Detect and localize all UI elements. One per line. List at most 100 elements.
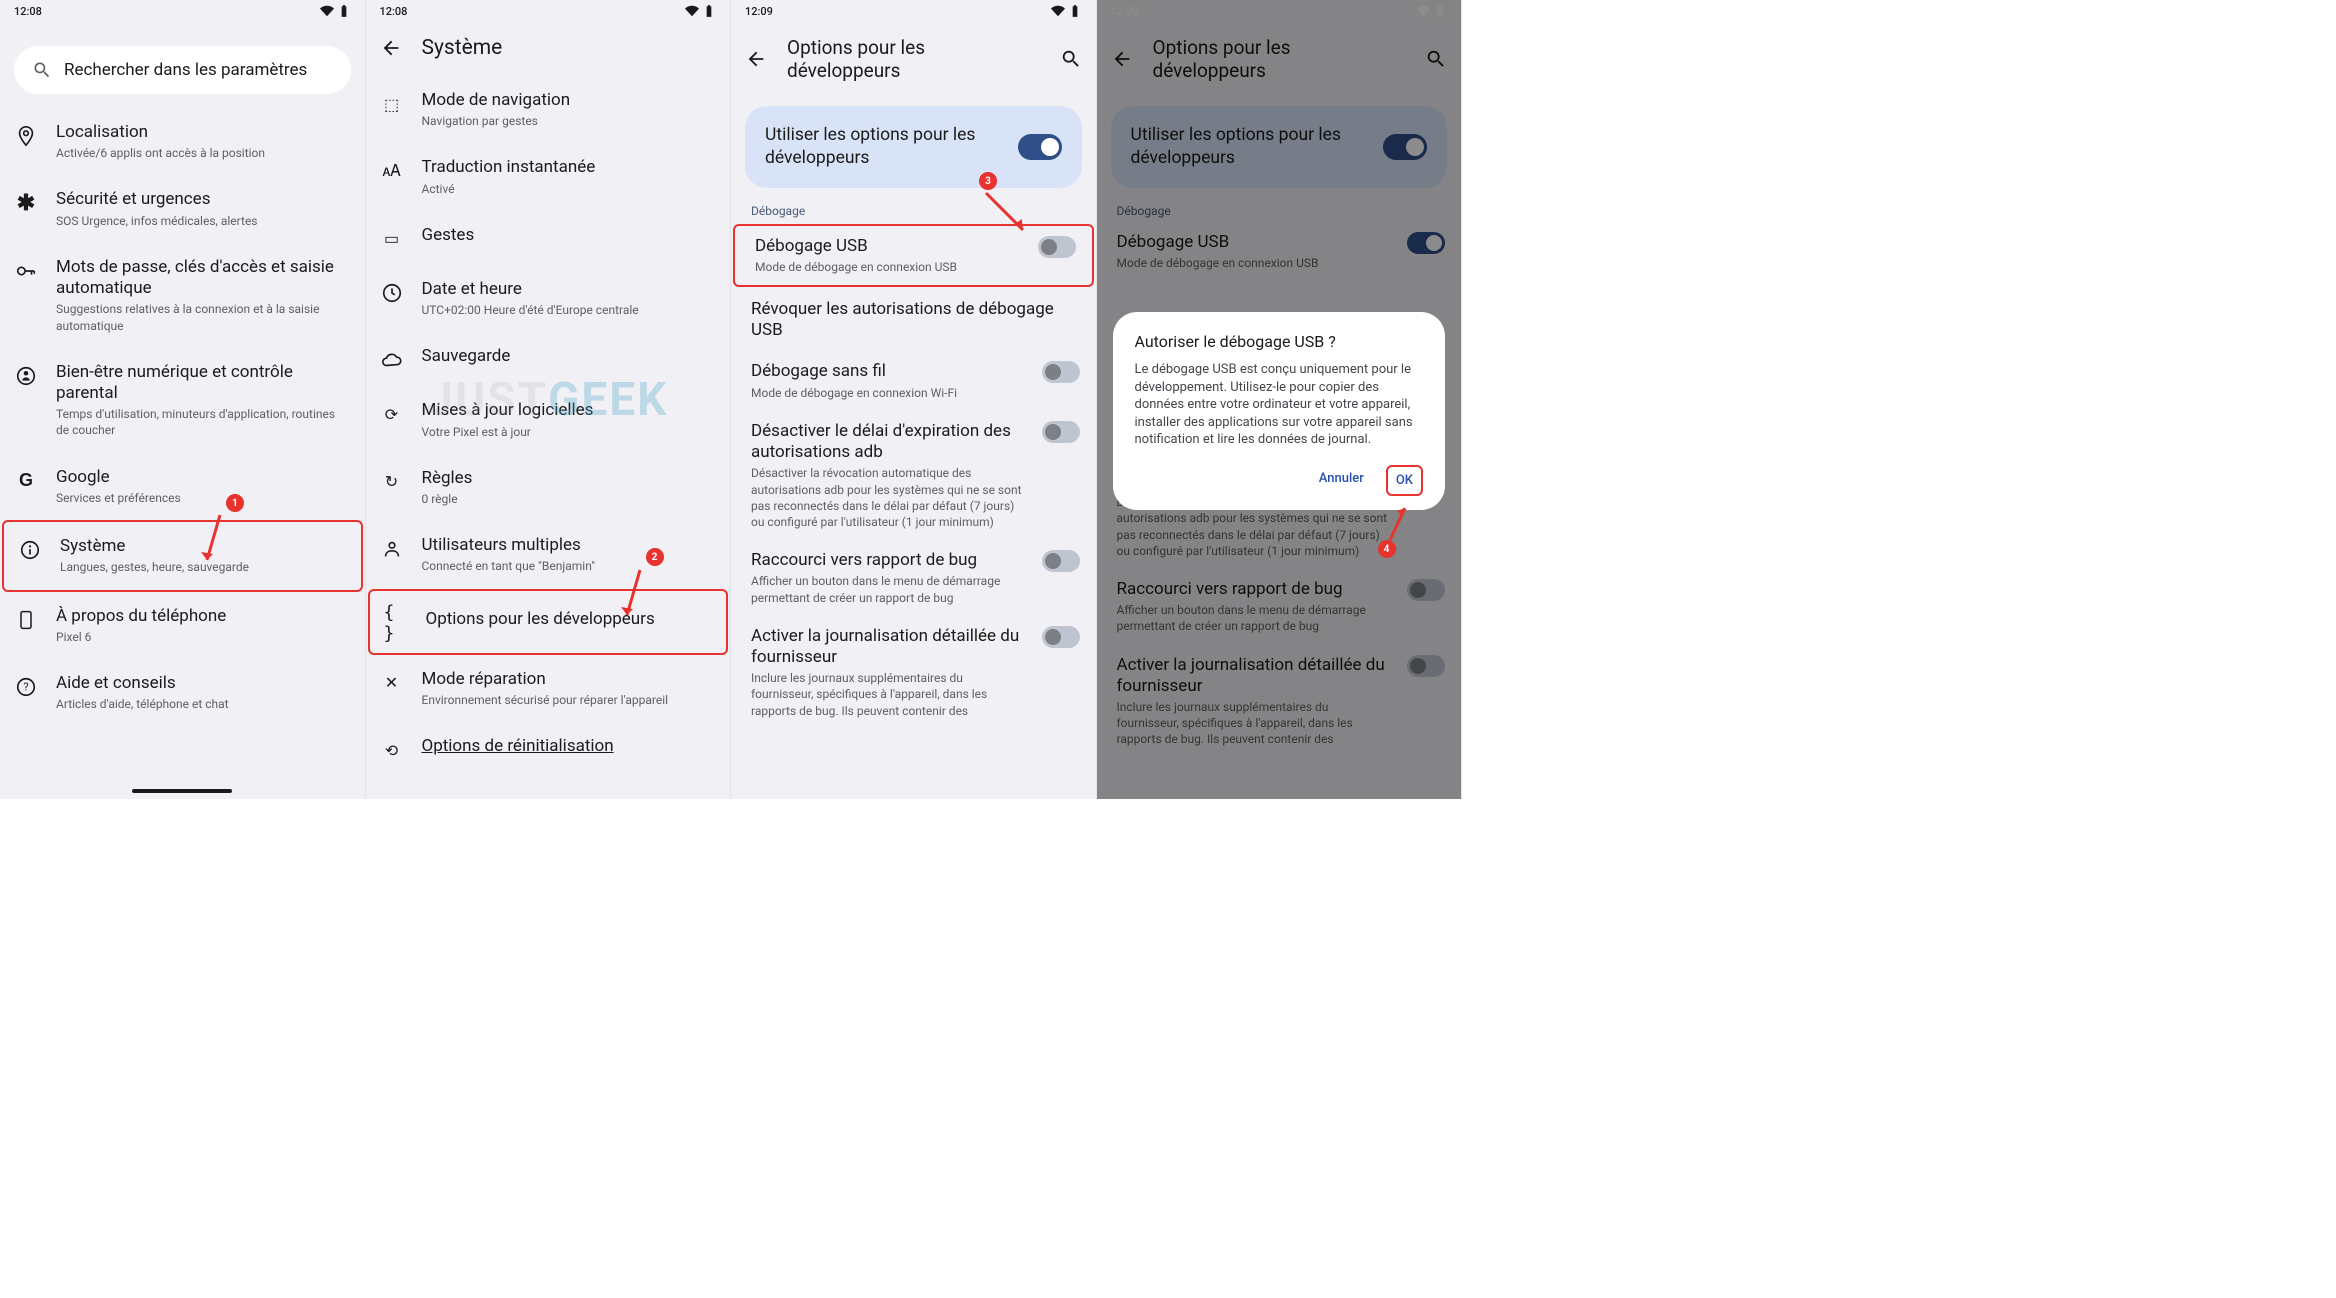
battery-icon — [702, 4, 716, 18]
item-gestures[interactable]: ▭Gestes — [366, 211, 731, 265]
item-title: Utilisateurs multiples — [422, 535, 717, 556]
status-bar: 12:08 — [366, 0, 731, 20]
settings-list: LocalisationActivée/6 applis ont accès à… — [0, 108, 365, 734]
item-vendor-logging[interactable]: Activer la journalisation détaillée du f… — [731, 616, 1096, 729]
step-badge-3: 3 — [979, 172, 997, 190]
status-icons — [1051, 4, 1082, 18]
titlebar: Système — [366, 20, 731, 76]
item-sub: SOS Urgence, infos médicales, alertes — [56, 213, 351, 229]
ok-button[interactable]: OK — [1386, 465, 1423, 496]
back-button[interactable] — [745, 48, 767, 70]
item-reset[interactable]: ⟲ Options de réinitialisation — [366, 722, 731, 776]
dev-toggle-card[interactable]: Utiliser les options pour les développeu… — [745, 106, 1082, 188]
item-sub: Inclure les journaux supplémentaires du … — [751, 670, 1028, 719]
location-icon — [14, 124, 38, 148]
item-repair[interactable]: ✕ Mode réparation Environnement sécurisé p… — [366, 655, 731, 722]
status-icons — [685, 4, 716, 18]
item-system[interactable]: SystèmeLangues, gestes, heure, sauvegard… — [2, 520, 363, 591]
item-sub: 0 règle — [422, 491, 717, 507]
item-sub: Environnement sécurisé pour réparer l'ap… — [422, 692, 717, 708]
dev-toggle-switch[interactable] — [1018, 134, 1062, 160]
item-sub: Votre Pixel est à jour — [422, 424, 717, 440]
item-backup[interactable]: Sauvegarde — [366, 332, 731, 386]
dialog-body: Le débogage USB est conçu uniquement pou… — [1135, 361, 1424, 449]
item-sub: Mode de débogage en connexion USB — [755, 259, 1024, 275]
item-title: Options de réinitialisation — [422, 736, 717, 757]
item-title: Mode de navigation — [422, 90, 717, 111]
screen-dev-dialog: 12:09 Options pour les développeurs Util… — [1097, 0, 1463, 799]
item-usb-debug[interactable]: Débogage USBMode de débogage en connexio… — [733, 224, 1094, 287]
item-sub: Activé — [422, 181, 717, 197]
arrow-1 — [195, 510, 235, 570]
item-multiusers[interactable]: Utilisateurs multiples Connecté en tant q… — [366, 521, 731, 588]
item-title: Désactiver le délai d'expiration des aut… — [751, 421, 1028, 464]
item-localisation[interactable]: LocalisationActivée/6 applis ont accès à… — [0, 108, 365, 175]
item-security[interactable]: ✱ Sécurité et urgences SOS Urgence, infos … — [0, 175, 365, 242]
item-datetime[interactable]: Date et heureUTC+02:00 Heure d'été d'Eur… — [366, 265, 731, 332]
help-icon: ? — [14, 675, 38, 699]
item-google[interactable]: G Google Services et préférences — [0, 453, 365, 520]
item-sub: Connecté en tant que "Benjamin" — [422, 558, 717, 574]
item-about[interactable]: À propos du téléphonePixel 6 — [0, 592, 365, 659]
switch[interactable] — [1042, 421, 1080, 443]
section-label: Débogage — [731, 198, 1096, 222]
item-nav-mode[interactable]: ⬚ Mode de navigation Navigation par gestes — [366, 76, 731, 143]
back-button[interactable] — [380, 37, 402, 59]
system-list: ⬚ Mode de navigation Navigation par gestes… — [366, 76, 731, 784]
item-wireless-debug[interactable]: Débogage sans filMode de débogage en con… — [731, 351, 1096, 410]
wifi-icon — [320, 4, 334, 18]
item-title: À propos du téléphone — [56, 606, 351, 627]
item-sub: Navigation par gestes — [422, 113, 717, 129]
update-icon: ⟳ — [380, 402, 404, 426]
status-bar: 12:09 — [731, 0, 1096, 20]
phone-icon — [14, 608, 38, 632]
battery-icon — [1068, 4, 1082, 18]
nav-icon: ⬚ — [380, 92, 404, 116]
step-badge-2: 2 — [646, 548, 664, 566]
step-badge-1: 1 — [226, 494, 244, 512]
usb-debug-dialog: Autoriser le débogage USB ? Le débogage … — [1113, 312, 1446, 510]
item-title: Débogage sans fil — [751, 361, 1028, 382]
page-title: Système — [422, 36, 717, 60]
item-title: Aide et conseils — [56, 673, 351, 694]
repair-icon: ✕ — [380, 671, 404, 695]
switch[interactable] — [1042, 626, 1080, 648]
item-title: Sécurité et urgences — [56, 189, 351, 210]
item-dev-options[interactable]: { }Options pour les développeurs — [368, 589, 729, 655]
switch[interactable] — [1042, 361, 1080, 383]
item-title: Mots de passe, clés d'accès et saisie au… — [56, 257, 351, 300]
dev-toggle-label: Utiliser les options pour les développeu… — [765, 124, 1004, 170]
item-passwords[interactable]: Mots de passe, clés d'accès et saisie au… — [0, 243, 365, 348]
item-title: Gestes — [422, 225, 717, 246]
search-text: Rechercher dans les paramètres — [64, 60, 307, 80]
rules-icon: ↻ — [380, 470, 404, 494]
arrow-4 — [1375, 500, 1415, 545]
asterisk-icon: ✱ — [14, 191, 38, 215]
item-adb-timeout[interactable]: Désactiver le délai d'expiration des aut… — [731, 411, 1096, 540]
search-bar[interactable]: Rechercher dans les paramètres — [14, 46, 351, 94]
status-time: 12:08 — [380, 5, 408, 18]
item-title: Mode réparation — [422, 669, 717, 690]
status-time: 12:09 — [745, 5, 773, 18]
info-icon — [18, 538, 42, 562]
item-rules[interactable]: ↻Règles0 règle — [366, 454, 731, 521]
cancel-button[interactable]: Annuler — [1311, 465, 1372, 496]
item-revoke-adb[interactable]: Révoquer les autorisations de débogage U… — [731, 289, 1096, 352]
google-icon: G — [14, 469, 38, 493]
item-updates[interactable]: ⟳ Mises à jour logicielles Votre Pixel est… — [366, 386, 731, 453]
item-translate[interactable]: 🗚Traduction instantanéeActivé — [366, 143, 731, 210]
item-wellbeing[interactable]: Bien-être numérique et contrôle parental… — [0, 348, 365, 453]
item-sub: Services et préférences — [56, 490, 351, 506]
item-title: Google — [56, 467, 351, 488]
screen-settings: 12:08 Rechercher dans les paramètres Loc… — [0, 0, 366, 799]
item-bugreport[interactable]: Raccourci vers rapport de bugAfficher un… — [731, 540, 1096, 616]
item-title: Raccourci vers rapport de bug — [751, 550, 1028, 571]
switch[interactable] — [1042, 550, 1080, 572]
item-help[interactable]: ?Aide et conseilsArticles d'aide, téléph… — [0, 659, 365, 726]
switch[interactable] — [1038, 236, 1076, 258]
reset-icon: ⟲ — [380, 738, 404, 762]
item-title: Mises à jour logicielles — [422, 400, 717, 421]
item-sub: Désactiver la révocation automatique des… — [751, 465, 1028, 530]
search-button[interactable] — [1060, 48, 1082, 70]
key-icon — [14, 259, 38, 283]
